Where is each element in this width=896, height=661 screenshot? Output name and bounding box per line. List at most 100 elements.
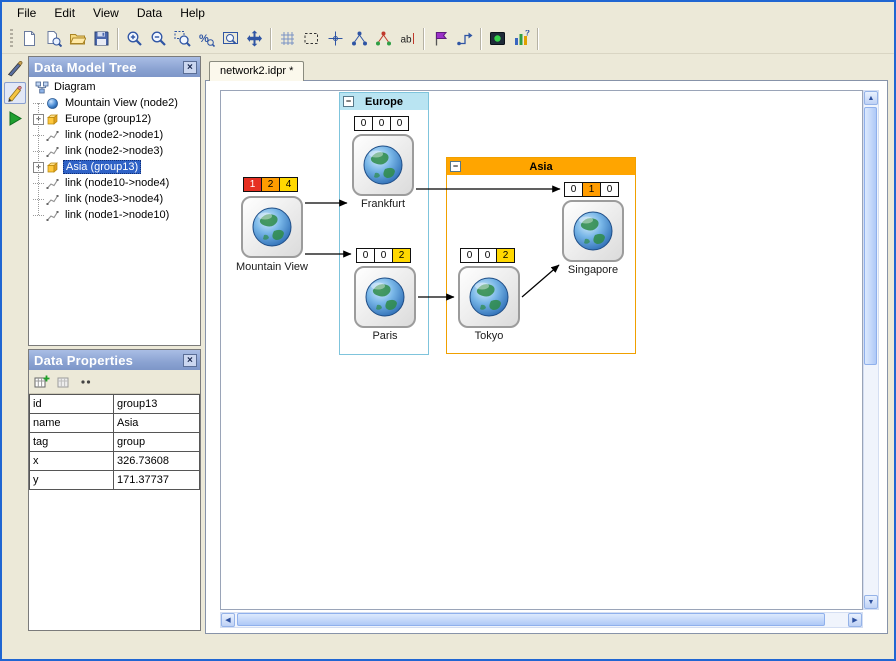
layout-tree-blue-button[interactable]	[347, 27, 371, 51]
open-button[interactable]	[65, 27, 89, 51]
menu-edit[interactable]: Edit	[45, 3, 84, 23]
scroll-right-button[interactable]: ▶	[848, 613, 862, 627]
run-icon	[6, 109, 24, 127]
zoom-in-button[interactable]	[122, 27, 146, 51]
more-options-button[interactable]	[77, 373, 95, 391]
node-singapore[interactable]	[562, 200, 624, 262]
pen-tool-button[interactable]	[4, 57, 26, 79]
flag-icon	[432, 30, 449, 47]
badge: 0	[478, 248, 497, 263]
menu-data[interactable]: Data	[128, 3, 171, 23]
badge: 0	[372, 116, 391, 131]
globe-icon	[361, 143, 405, 187]
pan-button[interactable]	[242, 27, 266, 51]
zoom-out-icon	[150, 30, 167, 47]
tree-item-label: Europe (group12)	[63, 113, 153, 125]
label-button[interactable]: ab	[395, 27, 419, 51]
badge: 0	[390, 116, 409, 131]
select-area-button[interactable]	[299, 27, 323, 51]
chart-help-button[interactable]: ?	[509, 27, 533, 51]
scroll-down-button[interactable]: ▼	[864, 595, 878, 609]
tree-item-europe[interactable]: + Europe (group12)	[29, 111, 200, 127]
zoom-percent-button[interactable]: %	[194, 27, 218, 51]
diagram-icon	[35, 81, 49, 94]
vertical-scroll-thumb[interactable]	[864, 107, 877, 365]
flag-button[interactable]	[428, 27, 452, 51]
menu-bar: File Edit View Data Help	[2, 2, 894, 24]
data-properties-panel: Data Properties × id group13 name Asia t…	[28, 349, 201, 631]
group-title: Europe	[365, 96, 403, 108]
new-button[interactable]	[17, 27, 41, 51]
arrow-right-icon: ▶	[852, 616, 857, 624]
save-button[interactable]	[89, 27, 113, 51]
collapse-icon[interactable]: −	[343, 96, 354, 107]
node-mountain-view[interactable]	[241, 196, 303, 258]
badge: 2	[261, 177, 280, 192]
display-toggle-button[interactable]	[485, 27, 509, 51]
tree-item-mountain-view[interactable]: Mountain View (node2)	[29, 95, 200, 111]
connector-button[interactable]	[452, 27, 476, 51]
tree-item-label: Asia (group13)	[63, 160, 141, 174]
toolbar-grip[interactable]	[10, 29, 13, 49]
globe-icon	[250, 205, 294, 249]
tree-item-link-3[interactable]: link (node10->node4)	[29, 175, 200, 191]
badges-tokyo: 0 0 2	[460, 248, 514, 263]
group-asia-header[interactable]: − Asia	[447, 158, 635, 175]
connector-icon	[456, 30, 473, 47]
menu-view[interactable]: View	[84, 3, 128, 23]
property-value[interactable]: group13	[114, 395, 199, 413]
data-model-tree-panel: Data Model Tree × Diagram Mountain View …	[28, 56, 201, 346]
table-row: y 171.37737	[30, 471, 199, 490]
node-frankfurt[interactable]	[352, 134, 414, 196]
horizontal-scroll-thumb[interactable]	[237, 613, 825, 626]
property-key: tag	[30, 433, 114, 451]
scroll-left-button[interactable]: ◀	[221, 613, 235, 627]
tree-item-asia[interactable]: + Asia (group13)	[29, 159, 200, 175]
node-paris[interactable]	[354, 266, 416, 328]
preview-button[interactable]	[41, 27, 65, 51]
zoom-out-button[interactable]	[146, 27, 170, 51]
diagram-canvas[interactable]: − Europe − Asia 1 2	[220, 90, 863, 610]
globe-icon	[363, 275, 407, 319]
grid-button[interactable]	[275, 27, 299, 51]
horizontal-scrollbar[interactable]: ◀ ▶	[220, 612, 863, 628]
scroll-up-button[interactable]: ▲	[864, 91, 878, 105]
tab-network2[interactable]: network2.idpr *	[209, 61, 304, 81]
editor-panel: − Europe − Asia 1 2	[205, 80, 888, 634]
node-tokyo[interactable]	[458, 266, 520, 328]
property-value[interactable]: 171.37737	[114, 471, 199, 489]
pencil-tool-button[interactable]	[4, 82, 26, 104]
collapse-icon[interactable]: −	[450, 161, 461, 172]
close-icon[interactable]: ×	[183, 61, 197, 74]
link-icon	[46, 209, 60, 222]
tree-item-link-4[interactable]: link (node3->node4)	[29, 191, 200, 207]
side-toolbar	[2, 54, 28, 659]
data-properties-titlebar[interactable]: Data Properties ×	[29, 350, 200, 370]
group-europe-header[interactable]: − Europe	[340, 93, 428, 110]
node-label: Frankfurt	[333, 198, 433, 210]
remove-property-button[interactable]	[55, 373, 73, 391]
tree-item-diagram[interactable]: Diagram	[29, 79, 200, 95]
badge: 0	[374, 248, 393, 263]
property-value[interactable]: group	[114, 433, 199, 451]
property-value[interactable]: Asia	[114, 414, 199, 432]
panel-title: Data Model Tree	[34, 60, 137, 75]
data-model-tree-titlebar[interactable]: Data Model Tree ×	[29, 57, 200, 77]
app-window: File Edit View Data Help % ab ?	[0, 0, 896, 661]
vertical-scrollbar[interactable]: ▲ ▼	[863, 90, 879, 610]
badge: 0	[600, 182, 619, 197]
add-property-button[interactable]	[33, 373, 51, 391]
menu-help[interactable]: Help	[171, 3, 214, 23]
close-icon[interactable]: ×	[183, 354, 197, 367]
property-value[interactable]: 326.73608	[114, 452, 199, 470]
layout-tree-red-button[interactable]	[371, 27, 395, 51]
run-button[interactable]	[4, 107, 26, 129]
zoom-area-button[interactable]	[170, 27, 194, 51]
tree-item-link-2[interactable]: link (node2->node3)	[29, 143, 200, 159]
menu-file[interactable]: File	[8, 3, 45, 23]
crosshair-button[interactable]	[323, 27, 347, 51]
tree-item-link-5[interactable]: link (node1->node10)	[29, 207, 200, 223]
zoom-fit-button[interactable]	[218, 27, 242, 51]
tree-item-label: Diagram	[52, 81, 98, 93]
tree-item-link-1[interactable]: link (node2->node1)	[29, 127, 200, 143]
